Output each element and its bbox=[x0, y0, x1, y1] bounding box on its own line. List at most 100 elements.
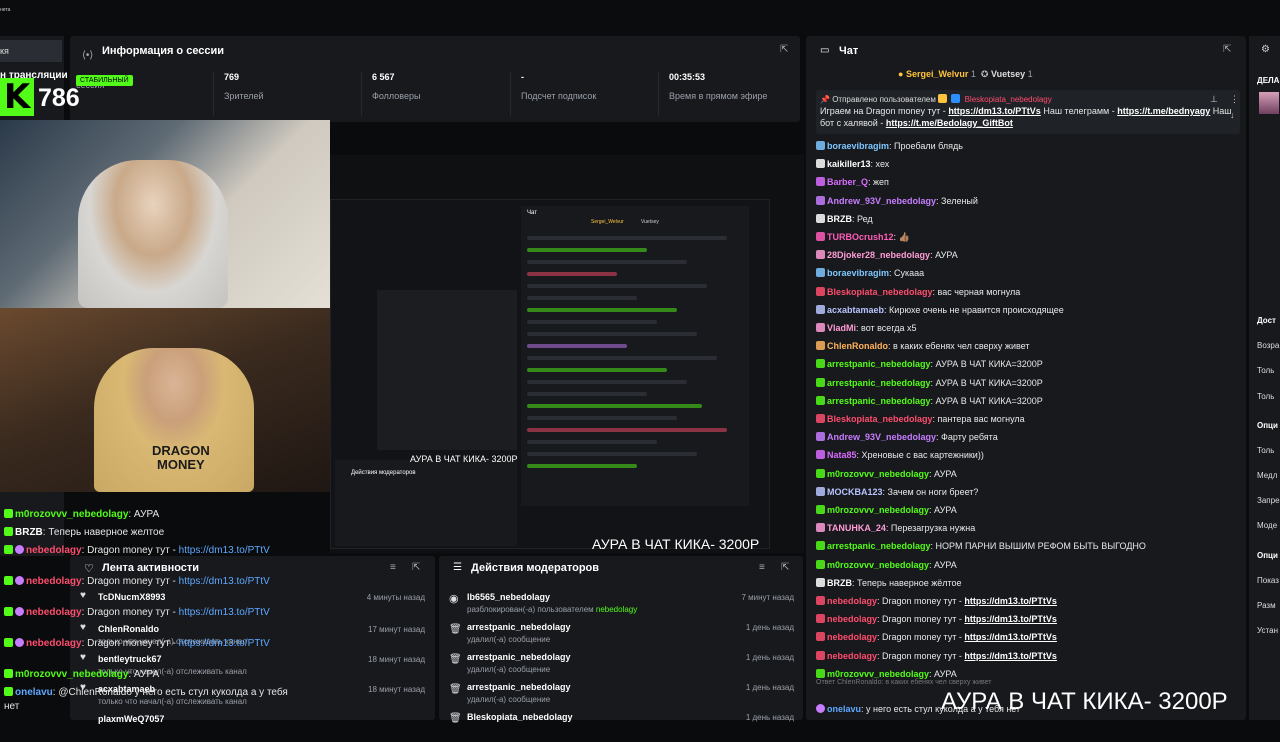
chat-text: : Фарту ребята bbox=[936, 432, 998, 443]
chat-user[interactable]: arrestpanic_nebedolagy bbox=[827, 541, 931, 551]
chat-text: : Dragon money тут - bbox=[877, 614, 965, 625]
nested-dashboard: Чат Sergei_Welvur Vuetsey Действия модер… bbox=[330, 199, 770, 549]
chat-text: : АУРА bbox=[930, 250, 958, 261]
chat-text: : Dragon money тут - bbox=[877, 650, 965, 661]
badge-icon bbox=[816, 177, 825, 187]
chat-user[interactable]: TANUHKA_24 bbox=[827, 523, 886, 533]
popout-icon[interactable]: ⇱ bbox=[780, 44, 788, 55]
unpin-icon[interactable]: ⊥ bbox=[1210, 94, 1218, 105]
popout-icon[interactable]: ⇱ bbox=[412, 562, 420, 573]
chat-text: : вот всегда x5 bbox=[856, 323, 917, 333]
chat-link[interactable]: https://dm13.to/PTtVs bbox=[964, 632, 1057, 642]
streamer-image bbox=[78, 160, 228, 308]
sidebar-header[interactable]: кя bbox=[0, 40, 62, 62]
badge-icon bbox=[816, 541, 825, 551]
pinned-message: 📌 Отправлено пользователем Bleskopiata_n… bbox=[816, 90, 1240, 134]
chat-text: : АУРА bbox=[929, 468, 957, 479]
chat-user[interactable]: Barber_Q bbox=[827, 177, 868, 187]
pinned-link[interactable]: https://t.me/Bedolagy_GiftBot bbox=[886, 118, 1013, 128]
chat-user[interactable]: Bleskopiata_nebedolagy bbox=[827, 414, 933, 424]
mod-action-item: 🗑 arrestpanic_nebedolagy удалил(-а) сооб… bbox=[449, 682, 794, 712]
chat-user[interactable]: nebedolagy bbox=[827, 614, 877, 624]
chat-text: : вас черная могнула bbox=[932, 286, 1021, 297]
chat-link[interactable]: https://dm13.to/PTtVs bbox=[964, 596, 1057, 606]
chat-link[interactable]: https://dm13.to/PTtVs bbox=[964, 651, 1057, 661]
chat-message: nebedolagy: Dragon money тут - https://d… bbox=[816, 614, 1057, 624]
activity-user[interactable]: bentleytruck67 bbox=[98, 654, 162, 664]
chat-message: BRZB: Ред bbox=[816, 213, 873, 224]
more-icon[interactable]: ⋮ bbox=[1230, 94, 1239, 105]
activity-user[interactable]: ChlenRonaldo bbox=[98, 624, 159, 634]
pinned-user[interactable]: Bleskopiata_nebedolagy bbox=[965, 95, 1052, 104]
activity-time: 17 минут назад bbox=[368, 625, 425, 634]
overlay-chat-text: : Dragon money тут - bbox=[81, 545, 179, 556]
chat-user[interactable]: m0rozovvv_nebedolagy bbox=[827, 669, 929, 679]
chat-message: 28Djoker28_nebedolagy: АУРА bbox=[816, 250, 958, 260]
badge-icon bbox=[816, 650, 825, 660]
chat-message: m0rozovvv_nebedolagy: АУРА bbox=[816, 559, 957, 570]
chat-user[interactable]: boraevibragim bbox=[827, 141, 889, 151]
chat-user[interactable]: nebedolagy bbox=[827, 632, 877, 642]
chat-user[interactable]: Andrew_93V_nebedolagy bbox=[827, 432, 936, 442]
chat-user[interactable]: ChlenRonaldo bbox=[827, 341, 888, 351]
nested-line bbox=[527, 368, 667, 372]
chat-header-user[interactable]: Sergei_Welvur bbox=[906, 69, 968, 79]
right-sidebar-item: Опци bbox=[1257, 551, 1278, 560]
filter-icon[interactable]: ≡ bbox=[759, 562, 765, 573]
activity-time: 18 минут назад bbox=[368, 685, 425, 694]
badge-icon bbox=[816, 232, 825, 241]
chat-user[interactable]: VladMi bbox=[827, 323, 856, 333]
popout-icon[interactable]: ⇱ bbox=[781, 562, 789, 573]
pinned-text: Играем на Dragon money тут - https://dm1… bbox=[820, 106, 1231, 116]
chat-header-user[interactable]: Vuetsey bbox=[991, 69, 1025, 79]
chat-user[interactable]: MOCKBA123 bbox=[827, 487, 883, 497]
chat-user[interactable]: TURBOcrush12 bbox=[827, 232, 894, 242]
overlay-chat-link[interactable]: https://dm13.to/PTtV bbox=[179, 545, 270, 556]
overlay-chat-link[interactable]: https://dm13.to/PTtV bbox=[179, 607, 270, 618]
chat-user[interactable]: m0rozovvv_nebedolagy bbox=[827, 560, 929, 570]
chat-user[interactable]: m0rozovvv_nebedolagy bbox=[827, 505, 929, 515]
mod-action-user[interactable]: arrestpanic_nebedolagy bbox=[467, 652, 571, 662]
chat-user[interactable]: arrestpanic_nebedolagy bbox=[827, 378, 931, 388]
chat-user[interactable]: boraevibragim bbox=[827, 268, 889, 278]
chat-user[interactable]: kaikiller13 bbox=[827, 159, 871, 169]
filter-icon[interactable]: ≡ bbox=[390, 562, 396, 573]
chat-link[interactable]: https://dm13.to/PTtVs bbox=[964, 614, 1057, 624]
gear-badge-icon: ✪ bbox=[980, 69, 989, 79]
mod-action-user[interactable]: Bleskopiata_nebedolagy bbox=[467, 712, 573, 722]
nested-line bbox=[527, 284, 707, 288]
popout-icon[interactable]: ⇱ bbox=[1223, 44, 1231, 55]
chat-text: : Проебали блядь bbox=[889, 141, 963, 151]
mod-action-user[interactable]: arrestpanic_nebedolagy bbox=[467, 682, 571, 692]
chat-text: : жеп bbox=[868, 177, 889, 188]
mod-action-user[interactable]: arrestpanic_nebedolagy bbox=[467, 622, 571, 632]
mod-action-moderator[interactable]: nebedolagy bbox=[596, 605, 637, 614]
gear-icon[interactable]: ⚙ bbox=[1261, 44, 1270, 55]
chat-user[interactable]: Bleskopiata_nebedolagy bbox=[827, 287, 933, 297]
right-sidebar-item: Опци bbox=[1257, 421, 1278, 430]
chat-user[interactable]: 28Djoker28_nebedolagy bbox=[827, 250, 930, 260]
badge-icon bbox=[4, 669, 13, 678]
mod-action-user[interactable]: lb6565_nebedolagy bbox=[467, 592, 550, 602]
pinned-link[interactable]: https://t.me/bednyagy bbox=[1117, 106, 1210, 116]
chat-user[interactable]: Andrew_93V_nebedolagy bbox=[827, 196, 936, 206]
chat-user[interactable]: BRZB bbox=[827, 578, 852, 588]
activity-user[interactable]: plaxmWeQ7057 bbox=[98, 714, 164, 724]
nested-overlay-text: АУРА В ЧАТ КИКА- 3200Р bbox=[592, 536, 760, 552]
chat-user[interactable]: onelavu bbox=[827, 704, 861, 714]
right-sidebar-item: Возра bbox=[1257, 341, 1280, 350]
badge-icon bbox=[816, 377, 825, 387]
expand-icon[interactable]: ↓ bbox=[1230, 110, 1235, 120]
chat-user[interactable]: Nata85 bbox=[827, 450, 857, 460]
chat-user[interactable]: BRZB bbox=[827, 214, 852, 224]
chat-user[interactable]: nebedolagy bbox=[827, 651, 877, 661]
pinned-link[interactable]: https://dm13.to/PTtVs bbox=[948, 106, 1041, 116]
chat-user[interactable]: acxabtamaeb bbox=[827, 305, 884, 315]
chat-user[interactable]: arrestpanic_nebedolagy bbox=[827, 359, 931, 369]
overlay-chat-link[interactable]: https://dm13.to/PTtV bbox=[179, 576, 270, 587]
overlay-chat-link[interactable]: https://dm13.to/PTtV bbox=[179, 638, 270, 649]
chat-user[interactable]: m0rozovvv_nebedolagy bbox=[827, 469, 929, 479]
chat-user[interactable]: arrestpanic_nebedolagy bbox=[827, 396, 931, 406]
chat-user[interactable]: nebedolagy bbox=[827, 596, 877, 606]
activity-user[interactable]: TcDNucmX8993 bbox=[98, 592, 165, 602]
